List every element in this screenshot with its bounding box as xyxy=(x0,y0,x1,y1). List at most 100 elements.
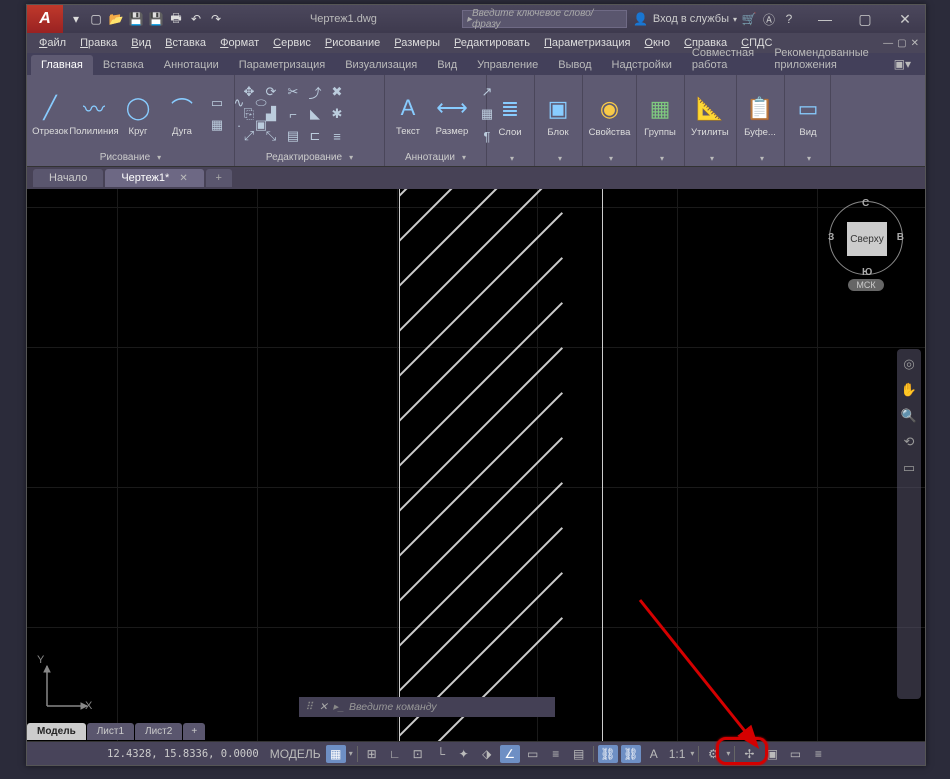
rect-icon[interactable]: ▭ xyxy=(207,93,227,113)
rotate-icon[interactable]: ⟳ xyxy=(261,82,281,102)
redo-icon[interactable]: ↷ xyxy=(207,10,225,28)
clean-icon[interactable]: ▭ xyxy=(785,745,805,763)
layout-tab-sheet1[interactable]: Лист1 xyxy=(87,723,134,740)
viewcube-top[interactable]: Сверху xyxy=(847,222,887,256)
annoauto-toggle[interactable]: А xyxy=(644,745,664,763)
doc-tab-drawing[interactable]: Чертеж1*✕ xyxy=(105,169,203,187)
stretch-icon[interactable]: ⤢ xyxy=(239,126,259,146)
zoom-icon[interactable]: 🔍 xyxy=(900,407,918,425)
maximize-button[interactable]: ▢ xyxy=(845,5,885,33)
layers-button[interactable]: ≣Слои xyxy=(491,91,529,140)
doc-tab-start[interactable]: Начало xyxy=(33,169,103,187)
help-icon[interactable]: ? xyxy=(781,11,797,27)
person-icon[interactable]: 👤 xyxy=(633,11,649,27)
transparency-toggle[interactable]: ▤ xyxy=(569,745,589,763)
text-button[interactable]: AТекст xyxy=(389,90,427,139)
plot-icon[interactable]: 🖶 xyxy=(167,10,185,28)
model-toggle[interactable]: МОДЕЛЬ xyxy=(268,745,323,763)
menu-parametric[interactable]: Параметризация xyxy=(538,35,636,51)
ribbon-tab-addins[interactable]: Надстройки xyxy=(602,55,682,75)
close-button[interactable]: ✕ xyxy=(885,5,925,33)
annovis-toggle[interactable]: ⛓ xyxy=(621,745,641,763)
minimize-button[interactable]: ― xyxy=(805,5,845,33)
ribbon-tab-param[interactable]: Параметризация xyxy=(229,55,335,75)
array-icon[interactable]: ▤ xyxy=(283,126,303,146)
ribbon-search-icon[interactable]: ▣▾ xyxy=(884,53,921,75)
clipboard-button[interactable]: 📋Буфе... xyxy=(741,91,779,140)
menu-modify[interactable]: Редактировать xyxy=(448,35,536,51)
dimension-button[interactable]: ⟷Размер xyxy=(433,90,471,139)
lweight-toggle[interactable]: ≡ xyxy=(546,745,566,763)
navigation-bar[interactable]: ◎ ✋ 🔍 ⟲ ▭ xyxy=(897,349,921,699)
offset-icon[interactable]: ⊏ xyxy=(305,126,325,146)
search-input[interactable]: ▸ Введите ключевое слово/фразу xyxy=(462,10,627,28)
erase-icon[interactable]: ✖ xyxy=(327,82,347,102)
extend-icon[interactable]: ⤴ xyxy=(305,82,325,102)
align-icon[interactable]: ≡ xyxy=(327,126,347,146)
pan-icon[interactable]: ✋ xyxy=(900,381,918,399)
orbit-icon[interactable]: ⟲ xyxy=(900,433,918,451)
otrack-toggle[interactable]: ∠ xyxy=(500,745,520,763)
groups-button[interactable]: ▦Группы xyxy=(641,91,679,140)
grid-toggle[interactable]: ▦ xyxy=(326,745,346,763)
mdi-max-icon[interactable]: ▢ xyxy=(897,38,906,49)
view-button[interactable]: ▭Вид xyxy=(789,91,827,140)
wcs-label[interactable]: МСК xyxy=(848,279,883,291)
menu-dimension[interactable]: Размеры xyxy=(388,35,446,51)
ribbon-tab-main[interactable]: Главная xyxy=(31,55,93,75)
grip-icon[interactable]: ⠿ xyxy=(299,701,319,713)
arc-button[interactable]: ⌒Дуга xyxy=(163,90,201,139)
app-logo[interactable]: A xyxy=(27,5,63,33)
chamfer-icon[interactable]: ◣ xyxy=(305,104,325,124)
iso-toggle[interactable]: ⬗ xyxy=(477,745,497,763)
showmotion-icon[interactable]: ▭ xyxy=(900,459,918,477)
mdi-close-icon[interactable]: ✕ xyxy=(911,38,919,49)
ribbon-tab-output[interactable]: Вывод xyxy=(548,55,601,75)
fillet-icon[interactable]: ⌐ xyxy=(283,104,303,124)
scale-icon[interactable]: ⤡ xyxy=(261,126,281,146)
hatch-icon[interactable]: ▦ xyxy=(207,115,227,135)
open-icon[interactable]: 📂 xyxy=(107,10,125,28)
fullscreen-icon[interactable]: ✢ xyxy=(739,745,759,763)
menu-format[interactable]: Формат xyxy=(214,35,265,51)
circle-button[interactable]: ◯Круг xyxy=(119,90,157,139)
drawing-viewport[interactable]: X Y Сверху С Ю В З МСК ◎ ✋ 🔍 ⟲ ▭ Модель … xyxy=(27,189,925,741)
app-icon[interactable]: Ⓐ xyxy=(761,11,777,27)
layout-tab-add[interactable]: + xyxy=(183,723,205,740)
customize-icon[interactable]: ≡ xyxy=(808,745,828,763)
copy-icon[interactable]: ⎘ xyxy=(239,104,259,124)
saveas-icon[interactable]: 💾 xyxy=(147,10,165,28)
ribbon-tab-manage[interactable]: Управление xyxy=(467,55,548,75)
annoscale-toggle[interactable]: ⛓ xyxy=(598,745,618,763)
explode-icon[interactable]: ✱ xyxy=(327,104,347,124)
layout-tab-sheet2[interactable]: Лист2 xyxy=(135,723,182,740)
wheel-icon[interactable]: ◎ xyxy=(900,355,918,373)
ribbon-tab-view[interactable]: Вид xyxy=(427,55,467,75)
menu-window[interactable]: Окно xyxy=(638,35,676,51)
properties-button[interactable]: ◉Свойства xyxy=(587,91,632,140)
mirror-icon[interactable]: ▟ xyxy=(261,104,281,124)
doc-tab-add[interactable]: + xyxy=(206,169,232,187)
ortho-toggle[interactable]: └ xyxy=(431,745,451,763)
menu-insert[interactable]: Вставка xyxy=(159,35,212,51)
menu-draw[interactable]: Рисование xyxy=(319,35,386,51)
ribbon-tab-insert[interactable]: Вставка xyxy=(93,55,154,75)
ribbon-tab-annot[interactable]: Аннотации xyxy=(154,55,229,75)
new-icon[interactable]: ▢ xyxy=(87,10,105,28)
snap-toggle[interactable]: ⊞ xyxy=(362,745,382,763)
coordinates-display[interactable]: 12.4328, 15.8336, 0.0000 xyxy=(101,748,265,760)
panel-edit-title[interactable]: Редактирование xyxy=(266,152,342,163)
command-bar[interactable]: ⠿ ✕ ▸_ Введите команду xyxy=(299,697,555,717)
trim-icon[interactable]: ✂ xyxy=(283,82,303,102)
close-icon[interactable]: ✕ xyxy=(179,173,187,184)
save-icon[interactable]: 💾 xyxy=(127,10,145,28)
gear-icon[interactable]: ⚙ xyxy=(703,745,723,763)
menu-icon[interactable]: ▾ xyxy=(67,10,85,28)
line-button[interactable]: ╱Отрезок xyxy=(31,90,69,139)
polar-toggle[interactable]: ✦ xyxy=(454,745,474,763)
undo-icon[interactable]: ↶ xyxy=(187,10,205,28)
menu-file[interactable]: Файл xyxy=(33,35,72,51)
block-button[interactable]: ▣Блок xyxy=(539,91,577,140)
infer-toggle[interactable]: ∟ xyxy=(385,745,405,763)
close-icon[interactable]: ✕ xyxy=(319,701,333,713)
